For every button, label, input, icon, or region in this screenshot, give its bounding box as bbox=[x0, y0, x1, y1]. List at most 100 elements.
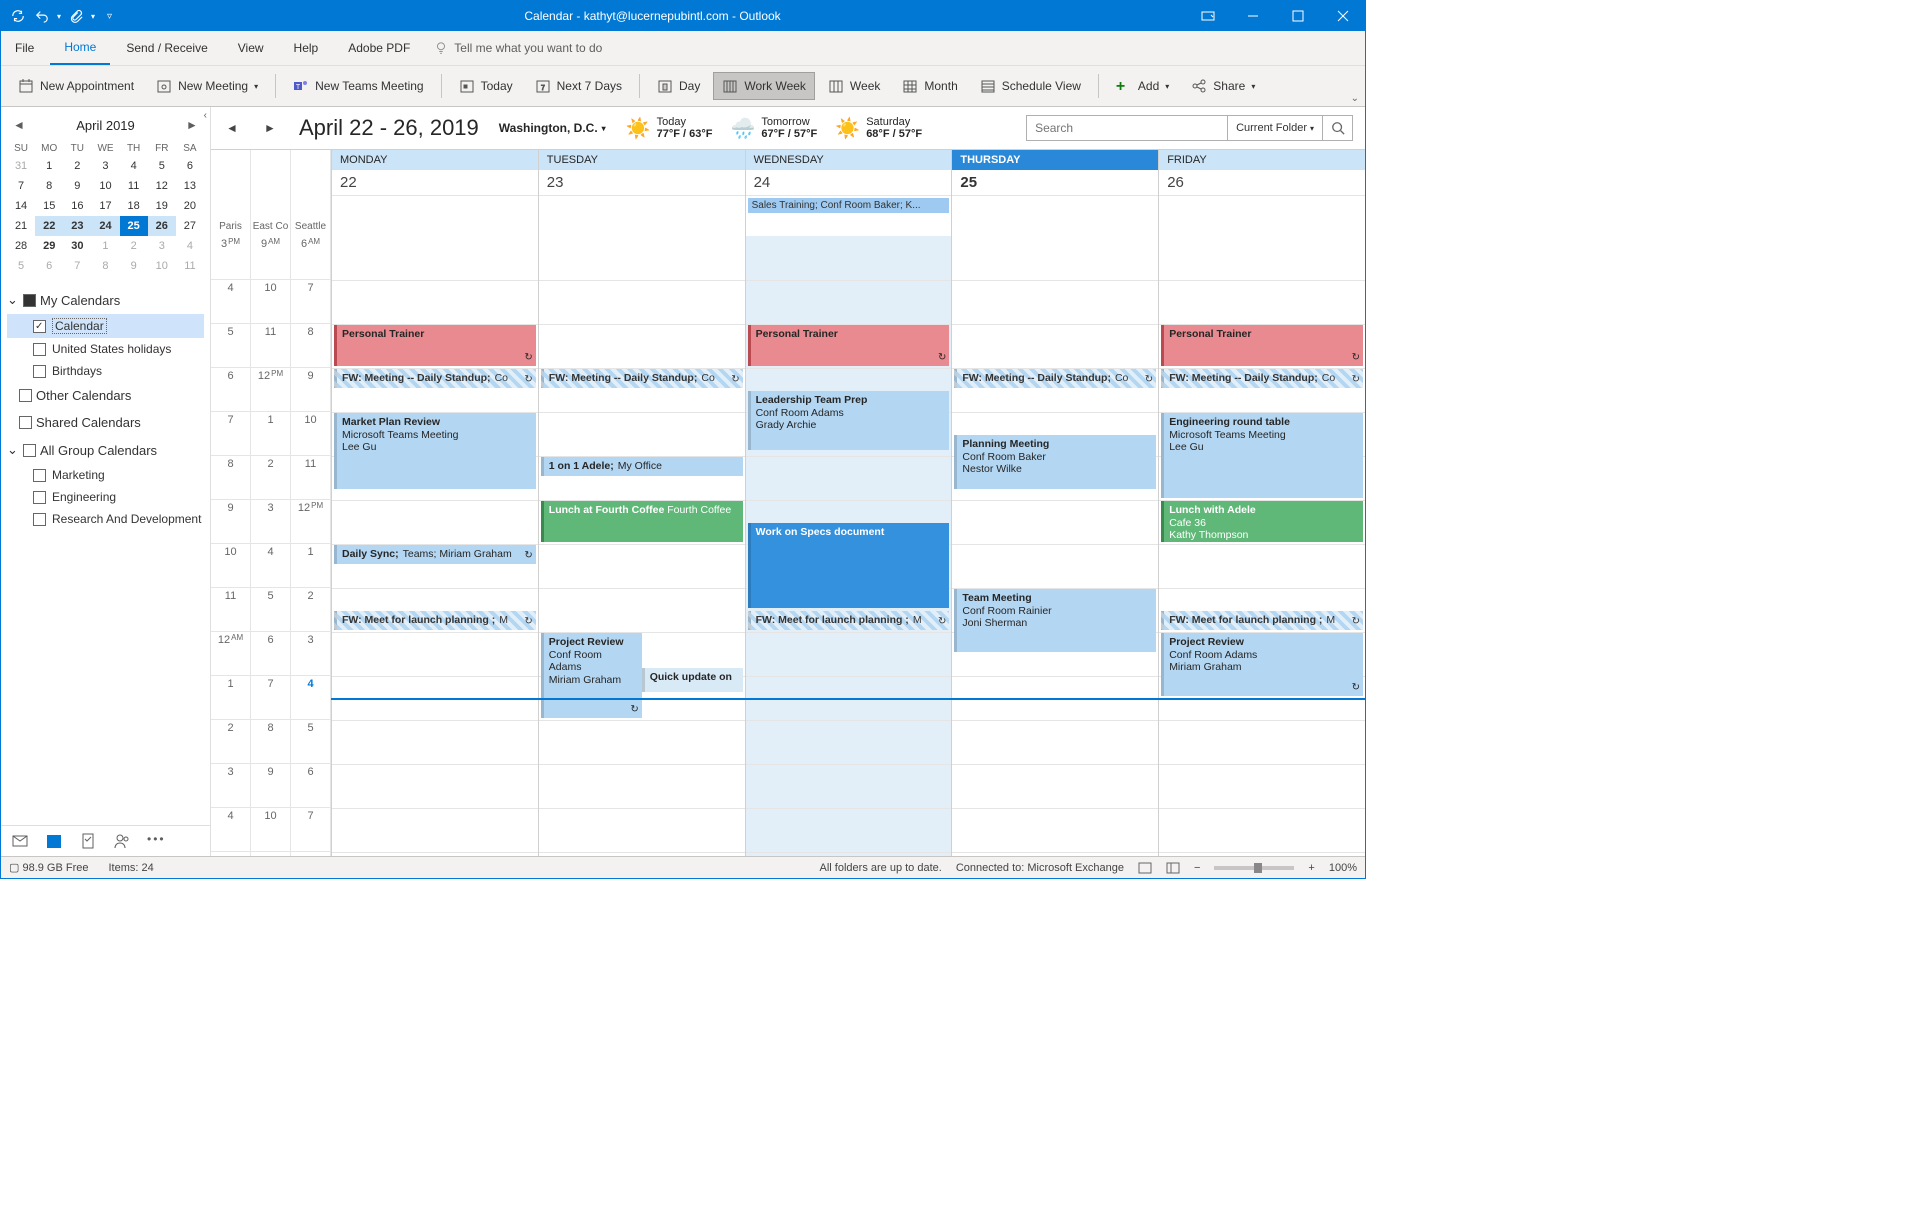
search-input[interactable] bbox=[1027, 121, 1227, 135]
calendar-list-item[interactable]: Calendar bbox=[7, 314, 204, 338]
share-calendar-button[interactable]: Share▾ bbox=[1182, 72, 1264, 100]
minical-day[interactable]: 7 bbox=[7, 176, 35, 196]
qat-customize-icon[interactable]: ▿ bbox=[107, 11, 112, 22]
minical-day[interactable]: 27 bbox=[176, 216, 204, 236]
minical-day[interactable]: 19 bbox=[148, 196, 176, 216]
menu-adobe[interactable]: Adobe PDF bbox=[334, 31, 424, 65]
day-header[interactable]: TUESDAY23 bbox=[538, 150, 745, 236]
location-selector[interactable]: Washington, D.C.▾ bbox=[499, 121, 606, 135]
calendar-event[interactable]: Market Plan ReviewMicrosoft Teams Meetin… bbox=[334, 413, 536, 489]
day-column[interactable]: FW: Meeting -- Daily Standup; Co 1 on 1 A… bbox=[538, 236, 745, 856]
minical-day[interactable]: 5 bbox=[7, 256, 35, 276]
next-month-button[interactable]: ► bbox=[184, 117, 200, 133]
menu-home[interactable]: Home bbox=[50, 31, 110, 65]
calendar-event[interactable]: Daily Sync; Teams; Miriam Graham bbox=[334, 545, 536, 564]
calendar-event[interactable]: FW: Meet for launch planning ; M bbox=[334, 611, 536, 630]
calendar-nav-icon[interactable] bbox=[45, 832, 63, 850]
week-view-button[interactable]: Week bbox=[819, 72, 889, 100]
close-button[interactable] bbox=[1320, 1, 1365, 31]
view-reading-icon[interactable] bbox=[1166, 862, 1180, 874]
ribbon-display-icon[interactable] bbox=[1185, 1, 1230, 31]
minical-day[interactable]: 15 bbox=[35, 196, 63, 216]
weather-tomorrow[interactable]: 🌧️Tomorrow67°F / 57°F bbox=[730, 116, 817, 141]
people-icon[interactable] bbox=[113, 832, 131, 850]
checkbox-icon[interactable] bbox=[33, 343, 46, 356]
minical-day[interactable]: 9 bbox=[63, 176, 91, 196]
calendar-event[interactable]: Leadership Team PrepConf Room AdamsGrady… bbox=[748, 391, 950, 450]
minical-day[interactable]: 10 bbox=[148, 256, 176, 276]
calendar-event[interactable]: Project ReviewConf Room AdamsMiriam Grah… bbox=[541, 633, 642, 718]
calendar-event[interactable]: Planning MeetingConf Room BakerNestor Wi… bbox=[954, 435, 1156, 489]
menu-help[interactable]: Help bbox=[280, 31, 333, 65]
minical-day[interactable]: 10 bbox=[91, 176, 119, 196]
next-week-button[interactable]: ► bbox=[261, 119, 279, 137]
day-view-button[interactable]: Day bbox=[648, 72, 709, 100]
shared-calendars-group[interactable]: Shared Calendars bbox=[7, 409, 204, 436]
minical-day[interactable]: 17 bbox=[91, 196, 119, 216]
minical-day[interactable]: 8 bbox=[35, 176, 63, 196]
menu-send-receive[interactable]: Send / Receive bbox=[112, 31, 221, 65]
calendar-event[interactable]: 1 on 1 Adele; My Office bbox=[541, 457, 743, 476]
calendar-event[interactable]: FW: Meeting -- Daily Standup; Co bbox=[541, 369, 743, 388]
attach-icon[interactable] bbox=[67, 7, 85, 25]
new-teams-meeting-button[interactable]: T New Teams Meeting bbox=[284, 72, 433, 100]
calendar-event[interactable]: FW: Meet for launch planning ; M bbox=[748, 611, 950, 630]
minical-day[interactable]: 6 bbox=[176, 156, 204, 176]
minical-day[interactable]: 24 bbox=[91, 216, 119, 236]
calendar-event[interactable]: FW: Meeting -- Daily Standup; Co bbox=[334, 369, 536, 388]
calendar-event[interactable]: Lunch with AdeleCafe 36Kathy Thompson bbox=[1161, 501, 1363, 542]
collapse-sidebar-icon[interactable]: ‹ bbox=[204, 110, 207, 121]
calendar-event[interactable]: Engineering round tableMicrosoft Teams M… bbox=[1161, 413, 1363, 498]
calendar-event[interactable]: FW: Meeting -- Daily Standup; Co bbox=[954, 369, 1156, 388]
new-meeting-button[interactable]: New Meeting ▾ bbox=[147, 72, 267, 100]
checkbox-icon[interactable] bbox=[19, 416, 32, 429]
minical-day[interactable]: 13 bbox=[176, 176, 204, 196]
prev-month-button[interactable]: ◄ bbox=[11, 117, 27, 133]
ribbon-expand-icon[interactable]: ⌄ bbox=[1351, 93, 1359, 104]
calendar-event[interactable]: Lunch at Fourth Coffee Fourth Coffee bbox=[541, 501, 743, 542]
mail-icon[interactable] bbox=[11, 832, 29, 850]
tell-me-search[interactable]: Tell me what you want to do bbox=[434, 41, 602, 55]
minical-day[interactable]: 6 bbox=[35, 256, 63, 276]
schedule-view-button[interactable]: Schedule View bbox=[971, 72, 1090, 100]
calendar-event[interactable]: Personal Trainer bbox=[334, 325, 536, 366]
zoom-in-button[interactable]: + bbox=[1308, 862, 1314, 874]
minical-day[interactable]: 30 bbox=[63, 236, 91, 256]
checkbox-icon[interactable] bbox=[23, 294, 36, 307]
minimize-button[interactable] bbox=[1230, 1, 1275, 31]
new-appointment-button[interactable]: New Appointment bbox=[9, 72, 143, 100]
view-normal-icon[interactable] bbox=[1138, 862, 1152, 874]
checkbox-icon[interactable] bbox=[33, 320, 46, 333]
minical-day[interactable]: 20 bbox=[176, 196, 204, 216]
zoom-slider[interactable] bbox=[1214, 866, 1294, 870]
minical-day[interactable]: 2 bbox=[120, 236, 148, 256]
minical-day[interactable]: 18 bbox=[120, 196, 148, 216]
day-header[interactable]: THURSDAY25 bbox=[951, 150, 1158, 236]
calendar-event[interactable]: Quick update on bbox=[642, 668, 743, 691]
minical-day[interactable]: 7 bbox=[63, 256, 91, 276]
minical-day[interactable]: 11 bbox=[176, 256, 204, 276]
all-group-calendars-group[interactable]: ⌄All Group Calendars bbox=[7, 436, 204, 464]
weather-saturday[interactable]: ☀️Saturday68°F / 57°F bbox=[835, 116, 922, 141]
menu-file[interactable]: File bbox=[1, 31, 48, 65]
tasks-icon[interactable] bbox=[79, 832, 97, 850]
day-column[interactable]: Personal TrainerLeadership Team PrepConf… bbox=[745, 236, 952, 856]
checkbox-icon[interactable] bbox=[33, 491, 46, 504]
checkbox-icon[interactable] bbox=[33, 469, 46, 482]
minical-day[interactable]: 1 bbox=[35, 156, 63, 176]
minical-day[interactable]: 22 bbox=[35, 216, 63, 236]
minical-day[interactable]: 2 bbox=[63, 156, 91, 176]
calendar-list-item[interactable]: Research And Development bbox=[7, 508, 204, 530]
calendar-event[interactable]: FW: Meet for launch planning ; M bbox=[1161, 611, 1363, 630]
minical-day[interactable]: 14 bbox=[7, 196, 35, 216]
minical-day[interactable]: 28 bbox=[7, 236, 35, 256]
work-week-view-button[interactable]: Work Week bbox=[713, 72, 815, 100]
my-calendars-group[interactable]: ⌄My Calendars bbox=[7, 286, 204, 314]
calendar-list-item[interactable]: Birthdays bbox=[7, 360, 204, 382]
minical-day[interactable]: 31 bbox=[7, 156, 35, 176]
minical-day[interactable]: 3 bbox=[148, 236, 176, 256]
checkbox-icon[interactable] bbox=[19, 389, 32, 402]
undo-icon[interactable] bbox=[33, 7, 51, 25]
minical-day[interactable]: 4 bbox=[120, 156, 148, 176]
minical-day[interactable]: 29 bbox=[35, 236, 63, 256]
